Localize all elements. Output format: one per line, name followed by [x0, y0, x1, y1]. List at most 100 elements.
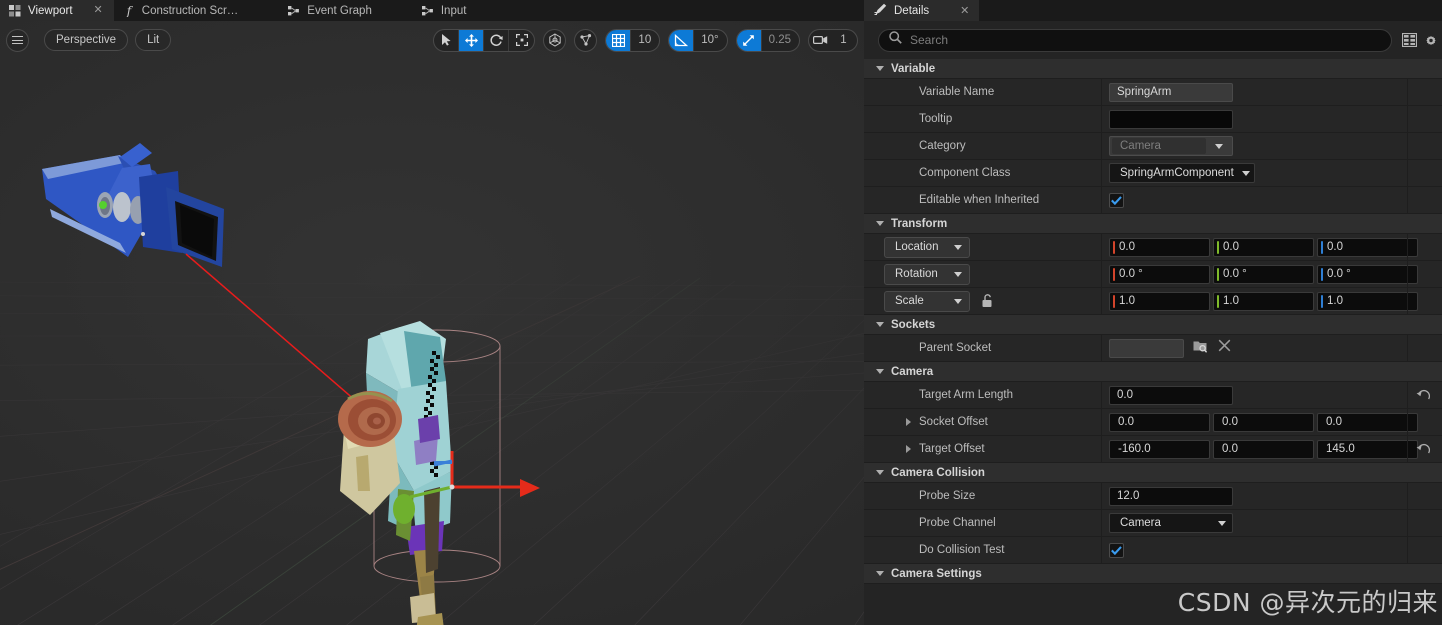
- details-scroll-area[interactable]: Variable Variable Name SpringArm Tooltip…: [864, 59, 1442, 625]
- tab-construction-script[interactable]: f Construction Scr…: [114, 0, 250, 21]
- tab-viewport[interactable]: Viewport ✕: [0, 0, 114, 21]
- details-tab-bar: Details ✕: [864, 0, 1442, 21]
- chevron-down-icon[interactable]: [1206, 143, 1232, 149]
- do-collision-test-checkbox[interactable]: [1109, 542, 1124, 558]
- scale-snap-icon[interactable]: [736, 29, 762, 51]
- row-fields: -160.0 0.0 145.0: [1102, 436, 1442, 462]
- surface-snap-icon[interactable]: [574, 28, 598, 52]
- viewport-3d-scene[interactable]: [0, 21, 864, 625]
- reset-to-default-icon[interactable]: [1416, 388, 1430, 402]
- section-header-camera-settings[interactable]: Camera Settings: [864, 564, 1442, 584]
- camera-speed-value[interactable]: 1: [831, 30, 857, 51]
- row-variable-name: Variable Name SpringArm: [864, 79, 1442, 106]
- value: 0.0: [1223, 241, 1239, 253]
- scale-lock-icon[interactable]: [980, 294, 994, 308]
- scale-mode-label: Scale: [895, 295, 924, 307]
- target-offset-x-input[interactable]: -160.0: [1109, 439, 1210, 459]
- location-mode-label: Location: [895, 241, 939, 253]
- view-mode-button[interactable]: Perspective: [44, 29, 129, 51]
- tooltip-input[interactable]: [1109, 109, 1233, 129]
- search-input[interactable]: Search: [878, 28, 1392, 52]
- scale-z-input[interactable]: 1.0: [1317, 291, 1418, 311]
- probe-size-input[interactable]: 12.0: [1109, 486, 1233, 506]
- rotation-y-input[interactable]: 0.0 °: [1213, 264, 1314, 284]
- grid-icon[interactable]: [606, 29, 632, 51]
- scale-icon[interactable]: [509, 30, 534, 51]
- socket-offset-z-input[interactable]: 0.0: [1317, 412, 1418, 432]
- tab-details[interactable]: Details ✕: [864, 0, 980, 21]
- character-mesh: [338, 321, 452, 625]
- rotation-z-input[interactable]: 0.0 °: [1317, 264, 1418, 284]
- value: 0.0: [1327, 241, 1343, 253]
- variable-name-input[interactable]: SpringArm: [1109, 82, 1233, 102]
- location-y-input[interactable]: 0.0: [1213, 237, 1314, 257]
- camera-icon[interactable]: [809, 30, 831, 51]
- row-component-class: Component Class SpringArmComponent: [864, 160, 1442, 187]
- gear-icon[interactable]: [1426, 29, 1436, 51]
- chevron-down-icon: [1241, 170, 1250, 176]
- target-offset-z-input[interactable]: 145.0: [1317, 439, 1418, 459]
- section-header-camera[interactable]: Camera: [864, 362, 1442, 382]
- details-pencil-icon: [874, 3, 887, 19]
- category-value[interactable]: Camera: [1112, 138, 1206, 154]
- row-fields: Camera: [1102, 133, 1442, 159]
- row-label[interactable]: Socket Offset: [864, 409, 1102, 435]
- category-combo[interactable]: Camera: [1109, 136, 1233, 156]
- clear-x-icon[interactable]: [1218, 339, 1231, 357]
- row-rotation: Rotation 0.0 ° 0.0 ° 0.0 °: [864, 261, 1442, 288]
- row-scale: Scale 1.0 1.0 1.0: [864, 288, 1442, 315]
- grid-snap-group: 10: [605, 28, 661, 52]
- socket-offset-y-input[interactable]: 0.0: [1213, 412, 1314, 432]
- scale-snap-value[interactable]: 0.25: [762, 30, 799, 51]
- row-label[interactable]: Target Offset: [864, 436, 1102, 462]
- reset-to-default-icon[interactable]: [1416, 442, 1430, 456]
- chevron-right-icon: [906, 418, 911, 426]
- world-axis-icon[interactable]: [543, 28, 567, 52]
- tab-input[interactable]: Input: [413, 0, 478, 21]
- row-target-offset: Target Offset -160.0 0.0 145.0: [864, 436, 1442, 463]
- row-fields: 12.0: [1102, 483, 1442, 509]
- location-x-input[interactable]: 0.0: [1109, 237, 1210, 257]
- socket-offset-x-input[interactable]: 0.0: [1109, 412, 1210, 432]
- rotate-icon[interactable]: [484, 29, 510, 51]
- section-header-camera-collision[interactable]: Camera Collision: [864, 463, 1442, 483]
- section-header-sockets[interactable]: Sockets: [864, 315, 1442, 335]
- close-icon[interactable]: ✕: [960, 4, 969, 17]
- hamburger-menu-icon[interactable]: [6, 28, 29, 52]
- row-label: Scale: [864, 288, 1102, 314]
- angle-icon[interactable]: [669, 29, 695, 51]
- tab-event-graph[interactable]: Event Graph: [279, 0, 383, 21]
- section-title: Camera Settings: [891, 567, 982, 580]
- grid-snap-value[interactable]: 10: [631, 30, 659, 51]
- rotation-x-input[interactable]: 0.0 °: [1109, 264, 1210, 284]
- scale-x-input[interactable]: 1.0: [1109, 291, 1210, 311]
- browse-folder-icon[interactable]: [1193, 339, 1208, 358]
- scale-mode-combo[interactable]: Scale: [884, 290, 970, 312]
- rotation-mode-combo[interactable]: Rotation: [884, 263, 970, 285]
- move-arrows-icon[interactable]: [459, 29, 485, 51]
- scale-y-input[interactable]: 1.0: [1213, 291, 1314, 311]
- row-editable-when-inherited: Editable when Inherited: [864, 187, 1442, 214]
- editable-when-inherited-checkbox[interactable]: [1109, 192, 1124, 208]
- angle-snap-value[interactable]: 10°: [694, 30, 726, 51]
- close-icon[interactable]: ✕: [94, 5, 103, 16]
- parent-socket-input[interactable]: [1109, 338, 1184, 358]
- chevron-right-icon: [906, 445, 911, 453]
- camera-speed-group: 1: [808, 28, 858, 52]
- component-class-combo[interactable]: SpringArmComponent: [1109, 163, 1255, 183]
- tab-spacer: [383, 0, 413, 21]
- target-offset-y-input[interactable]: 0.0: [1213, 439, 1314, 459]
- tab-label: Input: [440, 4, 467, 17]
- transform-tool-group: [433, 28, 536, 52]
- cursor-arrow-icon[interactable]: [434, 29, 460, 51]
- lighting-mode-button[interactable]: Lit: [135, 29, 172, 51]
- location-mode-combo[interactable]: Location: [884, 236, 970, 258]
- table-grid-icon[interactable]: [1398, 29, 1420, 51]
- section-header-variable[interactable]: Variable: [864, 59, 1442, 79]
- chevron-down-icon: [876, 369, 884, 374]
- target-arm-length-input[interactable]: 0.0: [1109, 385, 1233, 405]
- location-z-input[interactable]: 0.0: [1317, 237, 1418, 257]
- tab-label: Viewport: [28, 4, 73, 17]
- probe-channel-combo[interactable]: Camera: [1109, 513, 1233, 533]
- section-header-transform[interactable]: Transform: [864, 214, 1442, 234]
